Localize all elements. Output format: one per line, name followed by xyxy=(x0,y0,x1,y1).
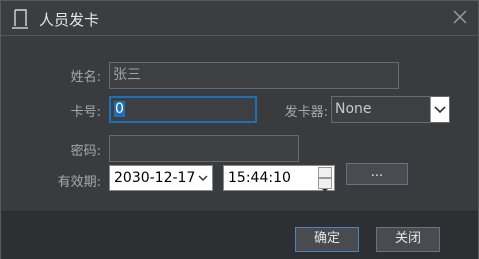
card-issue-dialog: 人员发卡 姓名: 张三 卡号: 0 发卡器: None 密码: 有效期: 203… xyxy=(0,0,479,259)
chevron-down-icon xyxy=(434,106,446,114)
name-field[interactable]: 张三 xyxy=(109,62,399,89)
issuer-value: None xyxy=(335,101,372,117)
card-icon xyxy=(12,9,28,29)
close-button[interactable]: 关闭 xyxy=(376,227,440,252)
ok-button[interactable]: 确定 xyxy=(295,227,359,252)
time-value: 15:44:10 xyxy=(228,170,291,186)
window-title: 人员发卡 xyxy=(39,11,100,29)
title-bar: 人员发卡 xyxy=(1,1,478,35)
more-button[interactable]: ... xyxy=(346,163,408,185)
time-spin-up[interactable] xyxy=(318,167,332,181)
card-number-value: 0 xyxy=(114,101,125,117)
issuer-label: 发卡器: xyxy=(284,105,328,120)
issuer-select[interactable]: None xyxy=(331,96,450,123)
arrow-down-icon xyxy=(322,189,328,192)
date-value: 2030-12-17 xyxy=(114,170,196,186)
form-area: 姓名: 张三 卡号: 0 发卡器: None 密码: 有效期: 2030-12-… xyxy=(1,36,478,211)
password-field[interactable] xyxy=(109,135,299,162)
issuer-dropdown[interactable] xyxy=(430,97,449,122)
close-icon[interactable] xyxy=(452,9,468,25)
card-number-field[interactable]: 0 xyxy=(109,96,257,123)
card-number-label: 卡号: xyxy=(70,105,101,120)
time-spin-down[interactable] xyxy=(318,178,332,192)
date-picker[interactable]: 2030-12-17 xyxy=(109,165,213,191)
time-picker[interactable]: 15:44:10 xyxy=(223,165,335,192)
validity-label: 有效期: xyxy=(57,175,101,190)
chevron-down-icon[interactable] xyxy=(197,173,209,183)
password-label: 密码: xyxy=(70,144,101,159)
name-label: 姓名: xyxy=(70,70,101,85)
dialog-footer: 确定 关闭 xyxy=(1,211,478,259)
